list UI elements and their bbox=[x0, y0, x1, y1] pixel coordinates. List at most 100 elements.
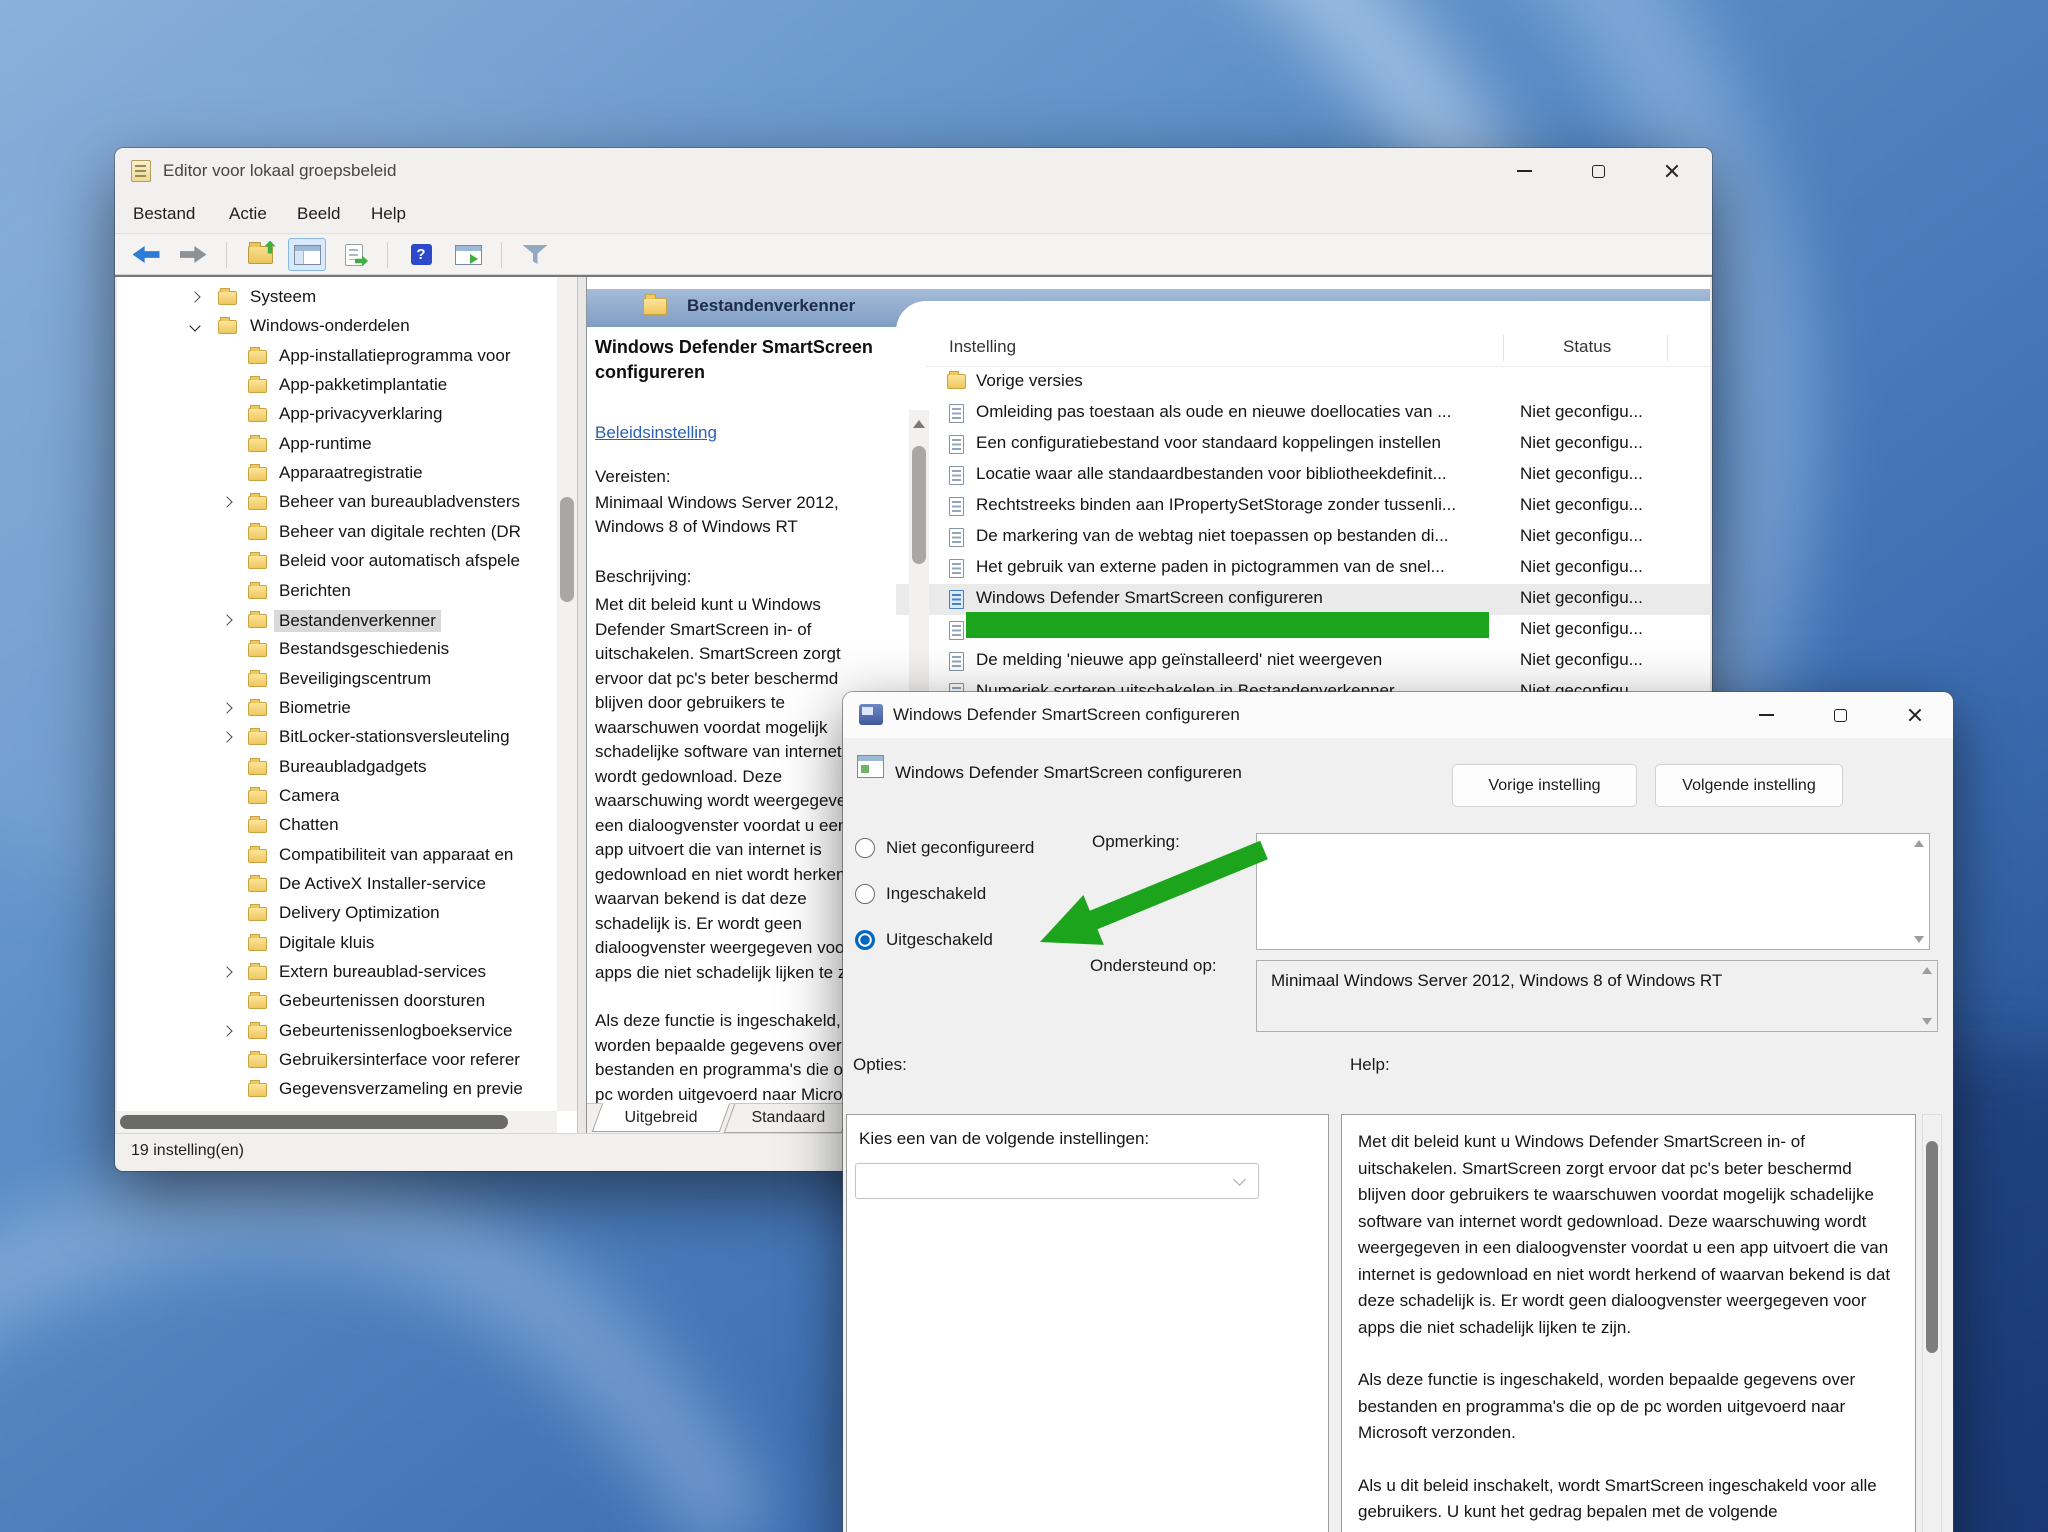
tree-item[interactable]: Berichten bbox=[117, 579, 557, 606]
tree-item[interactable]: App-runtime bbox=[117, 432, 557, 459]
console-tree-button[interactable] bbox=[288, 238, 326, 271]
menu-item-actie[interactable]: Actie bbox=[227, 194, 269, 234]
setting-name: De markering van de webtag niet toepasse… bbox=[976, 526, 1449, 546]
radio-unchecked-icon[interactable] bbox=[855, 884, 875, 904]
radio-label: Ingeschakeld bbox=[886, 884, 986, 904]
tree-item[interactable]: App-installatieprogramma voor bbox=[117, 344, 557, 371]
scroll-up-icon[interactable] bbox=[1914, 840, 1924, 847]
tree-vertical-scrollbar[interactable] bbox=[557, 277, 577, 1111]
close-button[interactable] bbox=[1643, 148, 1701, 194]
export-list-button[interactable] bbox=[335, 238, 373, 271]
settings-list-row[interactable]: Omleiding pas toestaan als oude en nieuw… bbox=[896, 398, 1710, 429]
tree-item[interactable]: Beheer van bureaubladvensters bbox=[117, 490, 557, 517]
tree-item[interactable]: Systeem bbox=[117, 285, 557, 312]
tree-item[interactable]: De ActiveX Installer-service bbox=[117, 872, 557, 899]
scroll-up-icon[interactable] bbox=[913, 420, 925, 428]
tree-item[interactable]: Apparaatregistratie bbox=[117, 461, 557, 488]
tree-item[interactable]: Chatten bbox=[117, 813, 557, 840]
filter-button[interactable] bbox=[516, 238, 554, 271]
chevron-right-icon[interactable] bbox=[221, 497, 232, 508]
settings-list-row[interactable]: Windows Defender SmartScreen configurere… bbox=[896, 584, 1710, 615]
folder-icon bbox=[218, 291, 237, 305]
tree-item[interactable]: App-pakketimplantatie bbox=[117, 373, 557, 400]
column-divider[interactable] bbox=[1667, 335, 1668, 361]
scrollbar-thumb[interactable] bbox=[1926, 1141, 1938, 1353]
tab-standaard[interactable]: Standaard bbox=[724, 1104, 853, 1133]
tree-item[interactable]: Beheer van digitale rechten (DR bbox=[117, 520, 557, 547]
chevron-right-icon[interactable] bbox=[189, 291, 200, 302]
comment-box[interactable] bbox=[1256, 833, 1930, 950]
tree-item[interactable]: BitLocker-stationsversleuteling bbox=[117, 725, 557, 752]
title-bar[interactable]: Editor voor lokaal groepsbeleid bbox=[115, 148, 1712, 194]
scrollbar-thumb[interactable] bbox=[912, 446, 926, 564]
chevron-right-icon[interactable] bbox=[221, 702, 232, 713]
requirements-label: Vereisten: bbox=[595, 467, 671, 487]
options-dropdown[interactable] bbox=[855, 1163, 1259, 1199]
settings-list-row[interactable]: Het gebruik van externe paden in pictogr… bbox=[896, 553, 1710, 584]
tree-item[interactable]: Beveiligingscentrum bbox=[117, 667, 557, 694]
chevron-right-icon[interactable] bbox=[221, 1025, 232, 1036]
tree-item[interactable]: Gebeurtenissenlogboekservice bbox=[117, 1019, 557, 1046]
scroll-down-icon[interactable] bbox=[1914, 936, 1924, 943]
maximize-button[interactable] bbox=[1569, 148, 1627, 194]
column-header-instelling[interactable]: Instelling bbox=[949, 337, 1016, 357]
tree-item[interactable]: Delivery Optimization bbox=[117, 901, 557, 928]
policy-setting-link[interactable]: Beleidsinstelling bbox=[595, 423, 717, 443]
tree-item[interactable]: Windows-onderdelen bbox=[117, 314, 557, 341]
tree-item[interactable]: Biometrie bbox=[117, 696, 557, 723]
tree-item[interactable]: Bureaubladgadgets bbox=[117, 755, 557, 782]
radio-option[interactable]: Ingeschakeld bbox=[855, 879, 986, 909]
help-button[interactable]: ? bbox=[402, 238, 440, 271]
radio-unchecked-icon[interactable] bbox=[855, 838, 875, 858]
chevron-down-icon[interactable] bbox=[189, 321, 200, 332]
scroll-up-icon[interactable] bbox=[1922, 967, 1932, 974]
chevron-right-icon[interactable] bbox=[221, 614, 232, 625]
settings-list-row[interactable]: Vorige versies bbox=[896, 367, 1710, 398]
help-scrollbar[interactable] bbox=[1922, 1114, 1942, 1532]
previous-setting-button[interactable]: Vorige instelling bbox=[1452, 764, 1637, 807]
back-button[interactable] bbox=[127, 238, 165, 271]
tree-item[interactable]: Digitale kluis bbox=[117, 931, 557, 958]
tree-item[interactable]: Extern bureaublad-services bbox=[117, 960, 557, 987]
action-pane-button[interactable] bbox=[449, 238, 487, 271]
tree-item[interactable]: Gebeurtenissen doorsturen bbox=[117, 989, 557, 1016]
tree-item[interactable]: Beleid voor automatisch afspele bbox=[117, 549, 557, 576]
scrollbar-thumb[interactable] bbox=[560, 497, 574, 602]
column-divider[interactable] bbox=[1503, 335, 1504, 361]
tree-horizontal-scrollbar[interactable] bbox=[117, 1111, 557, 1133]
tree-item[interactable]: Gegevensverzameling en previe bbox=[117, 1077, 557, 1104]
settings-list-row[interactable]: Rechtstreeks binden aan IPropertySetStor… bbox=[896, 491, 1710, 522]
tree-item[interactable]: Camera bbox=[117, 784, 557, 811]
radio-checked-icon[interactable] bbox=[855, 930, 875, 950]
menu-item-bestand[interactable]: Bestand bbox=[131, 194, 197, 234]
tree-item[interactable]: Gebruikersinterface voor referer bbox=[117, 1048, 557, 1075]
dialog-title-bar[interactable]: Windows Defender SmartScreen configurere… bbox=[843, 692, 1953, 738]
settings-list-row[interactable]: Een configuratiebestand voor standaard k… bbox=[896, 429, 1710, 460]
folder-icon bbox=[248, 878, 267, 892]
column-header-status[interactable]: Status bbox=[1563, 337, 1611, 357]
chevron-right-icon[interactable] bbox=[221, 732, 232, 743]
scroll-down-icon[interactable] bbox=[1922, 1018, 1932, 1025]
tab-uitgebreid[interactable]: Uitgebreid bbox=[592, 1103, 731, 1132]
chevron-right-icon[interactable] bbox=[221, 966, 232, 977]
dialog-close-button[interactable] bbox=[1886, 692, 1944, 738]
scrollbar-thumb[interactable] bbox=[120, 1115, 508, 1129]
minimize-button[interactable] bbox=[1495, 148, 1553, 194]
settings-list-row[interactable]: De melding 'nieuwe app geïnstalleerd' ni… bbox=[896, 646, 1710, 677]
settings-list-row[interactable]: Locatie waar alle standaardbestanden voo… bbox=[896, 460, 1710, 491]
policy-icon bbox=[857, 755, 884, 778]
tree-item[interactable]: Bestandenverkenner bbox=[117, 608, 557, 635]
menu-item-beeld[interactable]: Beeld bbox=[295, 194, 342, 234]
up-one-level-button[interactable] bbox=[241, 238, 279, 271]
dialog-minimize-button[interactable] bbox=[1737, 692, 1795, 738]
forward-button[interactable] bbox=[174, 238, 212, 271]
menu-item-help[interactable]: Help bbox=[369, 194, 408, 234]
settings-list-row[interactable]: De markering van de webtag niet toepasse… bbox=[896, 522, 1710, 553]
tree-item[interactable]: App-privacyverklaring bbox=[117, 402, 557, 429]
radio-option[interactable]: Niet geconfigureerd bbox=[855, 833, 1034, 863]
tree-item[interactable]: Bestandsgeschiedenis bbox=[117, 637, 557, 664]
radio-option[interactable]: Uitgeschakeld bbox=[855, 925, 993, 955]
tree-item[interactable]: Compatibiliteit van apparaat en bbox=[117, 843, 557, 870]
dialog-maximize-button[interactable] bbox=[1811, 692, 1869, 738]
next-setting-button[interactable]: Volgende instelling bbox=[1655, 764, 1843, 807]
